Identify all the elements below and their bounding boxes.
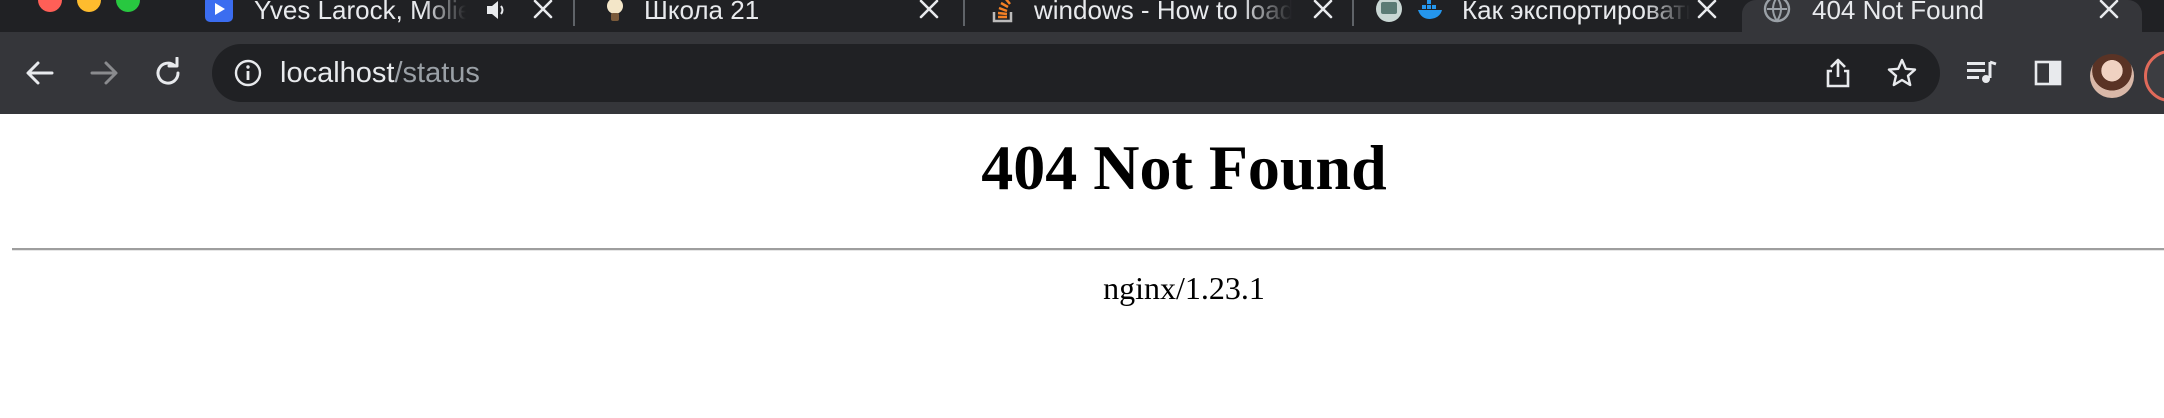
close-icon[interactable] [2094, 0, 2124, 24]
horizontal-divider [12, 248, 2164, 251]
tab-title: Как экспортировать [1462, 0, 1690, 25]
close-icon[interactable] [914, 0, 944, 24]
address-bar[interactable]: localhost/status [212, 44, 1940, 102]
page-title: 404 Not Found [981, 132, 1387, 203]
site-info-icon[interactable] [232, 57, 264, 89]
tab-title: windows - How to load [1034, 0, 1292, 25]
stackoverflow-icon [988, 0, 1018, 24]
minimize-window-button[interactable] [77, 0, 101, 12]
tab-yves-larock[interactable]: Yves Larock, Molie [198, 0, 564, 32]
close-icon[interactable] [528, 0, 558, 24]
browser-toolbar: localhost/status [0, 32, 2164, 114]
server-signature: nginx/1.23.1 [1103, 270, 1265, 306]
tab-title: Yves Larock, Molie [254, 0, 466, 25]
close-window-button[interactable] [38, 0, 62, 12]
tab-school-21[interactable]: Школа 21 [590, 0, 956, 32]
tab-404-not-found[interactable]: 404 Not Found [1742, 0, 2142, 32]
forward-button[interactable] [82, 51, 126, 95]
globe-icon [1762, 0, 1792, 24]
tab-separator [1352, 0, 1354, 26]
speaker-icon[interactable] [482, 0, 512, 24]
tab-docker-export[interactable]: Как экспортировать [1366, 0, 1730, 32]
url-text[interactable]: localhost/status [280, 44, 480, 102]
url-path: /status [394, 57, 480, 89]
media-controls-button[interactable] [1960, 51, 2004, 95]
tab-separator [963, 0, 965, 26]
school-bulb-icon [600, 0, 630, 24]
back-button[interactable] [18, 51, 62, 95]
maximize-window-button[interactable] [116, 0, 140, 12]
tab-stackoverflow[interactable]: windows - How to load [980, 0, 1346, 32]
update-menu-button[interactable] [2144, 50, 2164, 102]
tab-separator [573, 0, 575, 26]
tab-title: 404 Not Found [1812, 0, 1985, 25]
reload-button[interactable] [146, 51, 190, 95]
page-content: 404 Not Found nginx/1.23.1 [0, 114, 2164, 418]
monitor-icon [1374, 0, 1404, 24]
docker-icon [1416, 0, 1446, 24]
tab-strip: Yves Larock, Molie Школа 21 windows - Ho… [0, 0, 2164, 32]
close-icon[interactable] [1308, 0, 1338, 24]
side-panel-button[interactable] [2026, 51, 2070, 95]
profile-avatar[interactable] [2090, 54, 2134, 98]
url-host: localhost [280, 57, 395, 89]
media-play-icon [204, 0, 234, 24]
close-icon[interactable] [1692, 0, 1722, 24]
tab-title: Школа 21 [644, 0, 760, 25]
share-button[interactable] [1818, 53, 1858, 93]
bookmark-star-button[interactable] [1882, 53, 1922, 93]
